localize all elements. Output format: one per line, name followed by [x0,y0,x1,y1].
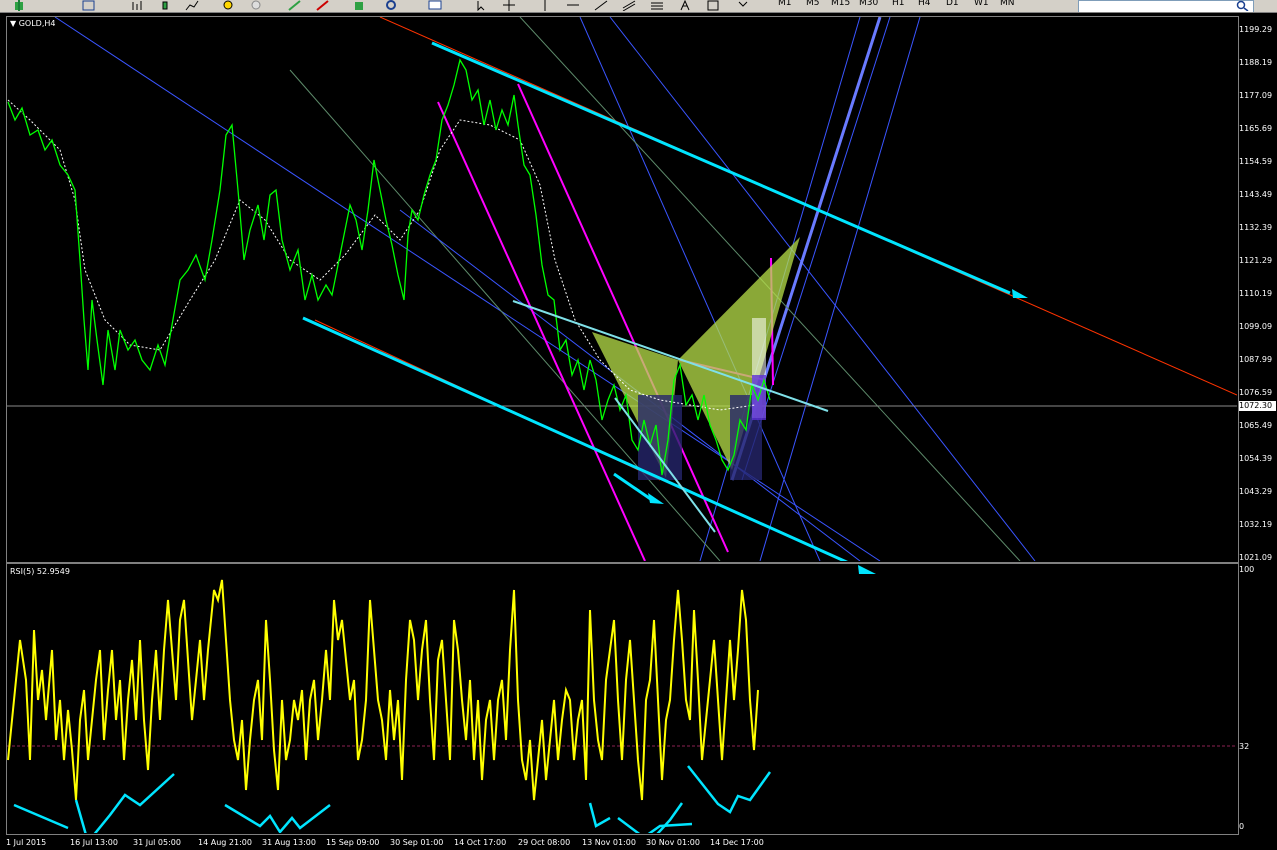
crosshair-icon[interactable] [502,0,516,11]
price-label: 1143.49 [1239,190,1273,199]
rsi-pane[interactable] [6,563,1239,835]
timeframe-m1[interactable]: M1 [778,0,792,8]
chart-title: ▼ GOLD,H4 [10,19,55,28]
timeframe-m30[interactable]: M30 [859,0,878,8]
rsi-level-label-32: 32 [1239,742,1250,751]
price-chart-pane[interactable] [6,16,1239,563]
timeframe-m5[interactable]: M5 [806,0,820,8]
toolbar: M1 M5 M15 M30 H1 H4 D1 W1 MN [0,0,1277,13]
horizontal-line-icon[interactable] [566,0,580,11]
time-label: 14 Oct 17:00 [454,838,507,847]
templates-icon[interactable] [428,0,442,11]
time-label: 14 Aug 21:00 [198,838,252,847]
time-label: 1 Jul 2015 [6,838,47,847]
search-icon[interactable] [1236,0,1250,12]
history-icon[interactable] [82,0,96,11]
new-order-icon[interactable] [12,0,26,11]
zoom-out-icon[interactable] [250,0,264,11]
time-label: 31 Aug 13:00 [262,838,316,847]
timeframe-d1[interactable]: D1 [946,0,959,8]
search-input[interactable] [1078,0,1254,12]
rsi-title: RSI(5) 52.9549 [10,567,70,576]
rsi-level-label-0: 0 [1239,822,1245,831]
periods-icon[interactable] [384,0,398,11]
time-label: 13 Nov 01:00 [582,838,636,847]
price-label: 1099.09 [1239,322,1273,331]
vertical-line-icon[interactable] [538,0,552,11]
equidistant-channel-icon[interactable] [622,0,636,12]
price-label: 1177.09 [1239,91,1273,100]
autoscroll-icon[interactable] [316,0,330,11]
timeframe-m15[interactable]: M15 [831,0,850,8]
timeframe-w1[interactable]: W1 [974,0,989,8]
arrows-tool-icon[interactable] [736,0,750,11]
chart-menu-icon[interactable]: ▼ [10,19,16,28]
line-chart-icon[interactable] [185,0,199,11]
price-label: 1165.69 [1239,124,1273,133]
time-label: 29 Oct 08:00 [518,838,571,847]
label-tool-icon[interactable] [706,0,720,11]
price-label: 1032.19 [1239,520,1273,529]
price-label: 1065.49 [1239,421,1273,430]
fibonacci-icon[interactable] [650,0,664,11]
time-label: 30 Sep 01:00 [390,838,444,847]
bar-chart-icon[interactable] [130,0,144,11]
timeframe-h4[interactable]: H4 [918,0,931,8]
price-label: 1121.29 [1239,256,1273,265]
price-label: 1199.29 [1239,25,1273,34]
chart-shift-icon[interactable] [288,0,302,11]
zoom-in-icon[interactable] [222,0,236,11]
price-label: 1110.19 [1239,289,1273,298]
timeframe-h1[interactable]: H1 [892,0,905,8]
price-label: 1132.39 [1239,223,1273,232]
candle-chart-icon[interactable] [158,0,172,11]
time-label: 14 Dec 17:00 [710,838,764,847]
price-label: 1076.59 [1239,388,1273,397]
price-label: 1087.99 [1239,355,1273,364]
timeframe-mn[interactable]: MN [1000,0,1015,8]
time-label: 15 Sep 09:00 [326,838,380,847]
price-label: 1154.59 [1239,157,1273,166]
trendline-icon[interactable] [594,0,608,11]
chart-symbol: GOLD,H4 [18,19,56,28]
price-label: 1188.19 [1239,58,1273,67]
price-label: 1043.29 [1239,487,1273,496]
time-label: 30 Nov 01:00 [646,838,700,847]
cursor-icon[interactable] [474,0,488,12]
indicators-icon[interactable] [352,0,366,11]
rsi-level-label-100: 100 [1239,565,1255,574]
price-label: 1021.09 [1239,553,1273,562]
current-price-label: 1072.30 [1239,401,1276,411]
text-tool-icon[interactable] [678,0,692,11]
price-label: 1054.39 [1239,454,1273,463]
time-label: 31 Jul 05:00 [133,838,181,847]
time-label: 16 Jul 13:00 [70,838,118,847]
